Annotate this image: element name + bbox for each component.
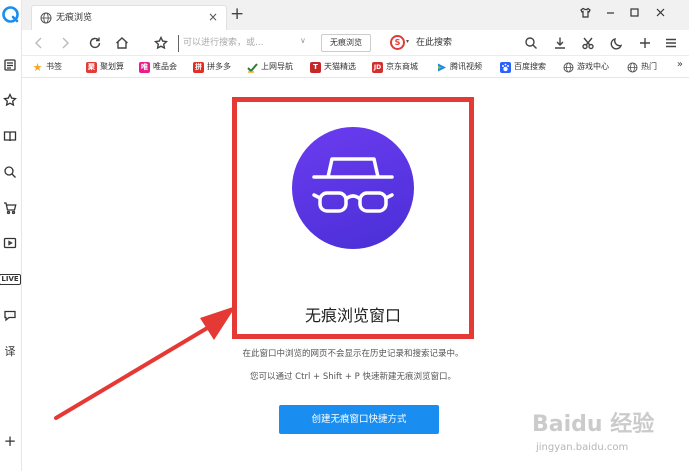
close-window-icon[interactable] [652, 4, 668, 20]
bookmarks-more-chevron-icon[interactable]: » [677, 59, 683, 70]
bookmark-tencent-video[interactable]: 腾讯视频 [436, 60, 482, 74]
scissors-screenshot-icon[interactable] [579, 34, 597, 52]
search-magnifier-icon[interactable] [522, 34, 540, 52]
forward-arrow-icon[interactable] [56, 34, 74, 52]
globe-icon [40, 12, 52, 24]
game-icon [563, 62, 574, 73]
bookmark-folder[interactable]: ★ 书签 [32, 60, 62, 74]
shopping-cart-icon[interactable] [2, 200, 18, 216]
bookmark-vip[interactable]: 唯 唯品会 [139, 60, 177, 74]
search-input[interactable]: 在此搜索 [416, 36, 452, 50]
incognito-browsing-button[interactable]: 无痕浏览 [321, 34, 371, 52]
bookmark-label: 拼多多 [207, 62, 231, 71]
navigation-toolbar: 可以进行搜索，或... ∨ 无痕浏览 S ▾ 在此搜索 [22, 30, 689, 56]
news-icon[interactable] [2, 57, 18, 73]
refresh-icon[interactable] [86, 34, 104, 52]
chat-bubble-icon[interactable] [2, 307, 18, 323]
incognito-shortcut-hint: 您可以通过 Ctrl + Shift + P 快速新建无痕浏览窗口。 [249, 372, 457, 382]
watermark-main: Baidu 经验 [532, 412, 655, 437]
address-dropdown-caret-icon[interactable]: ∨ [300, 36, 306, 45]
tmall-icon: T [310, 61, 321, 73]
vip-icon: 唯 [139, 61, 150, 73]
tencent-video-icon [436, 62, 447, 73]
menu-hamburger-icon[interactable] [662, 34, 680, 52]
incognito-mask-icon [292, 127, 414, 249]
tab-incognito[interactable]: 无痕浏览 × [31, 5, 227, 30]
plus-icon[interactable] [636, 34, 654, 52]
night-mode-moon-icon[interactable] [608, 34, 626, 52]
search-engine-caret-icon[interactable]: ▾ [406, 38, 409, 45]
bookmark-label: 上网导航 [261, 62, 293, 71]
tab-bar: 无痕浏览 × + [22, 0, 689, 30]
download-icon[interactable] [551, 34, 569, 52]
bookmark-nav[interactable]: 上网导航 [247, 60, 293, 74]
incognito-description: 在此窗口中浏览的网页不会显示在历史记录和搜索记录中。 [242, 349, 464, 359]
back-arrow-icon[interactable] [30, 34, 48, 52]
bookmark-label: 游戏中心 [577, 62, 609, 71]
hot-icon [627, 62, 638, 73]
bookmark-label: 京东商城 [386, 62, 418, 71]
jd-icon: JD [372, 61, 383, 73]
translate-icon[interactable]: 译 [2, 343, 18, 359]
tab-close-icon[interactable]: × [208, 11, 218, 23]
bookmark-label: 天猫精选 [324, 62, 356, 71]
address-bar-input[interactable]: 可以进行搜索，或... [178, 35, 316, 52]
nav-icon [247, 62, 258, 73]
left-sidebar: LIVE 译 + [0, 0, 22, 471]
bookmark-star-icon[interactable] [152, 34, 170, 52]
minimize-icon[interactable] [602, 4, 618, 20]
sidebar-add-label: + [3, 431, 17, 450]
bookmark-label: 百度搜索 [514, 62, 546, 71]
search-icon[interactable] [2, 164, 18, 180]
bookmark-baidu[interactable]: 百度搜索 [500, 60, 546, 74]
incognito-window-title: 无痕浏览窗口 [304, 306, 401, 325]
reading-book-icon[interactable] [2, 128, 18, 144]
baidu-icon [500, 61, 511, 73]
translate-label: 译 [4, 345, 16, 358]
bookmark-hot[interactable]: 热门 [627, 60, 657, 74]
browser-logo-icon[interactable] [2, 6, 19, 23]
bookmark-label: 热门 [641, 62, 657, 71]
watermark-sub: jingyan.baidu.com [536, 442, 629, 453]
bookmark-label: 腾讯视频 [450, 62, 482, 71]
bookmark-label: 唯品会 [153, 62, 177, 71]
bookmark-label: 聚划算 [100, 62, 124, 71]
bookmark-label: 书签 [46, 62, 62, 71]
sidebar-add-icon[interactable]: + [2, 433, 18, 449]
bookmark-juhuasuan[interactable]: 聚 聚划算 [86, 60, 124, 74]
pinduoduo-icon: 拼 [193, 61, 204, 73]
juhuasuan-icon: 聚 [86, 61, 97, 73]
new-tab-button[interactable]: + [230, 6, 244, 23]
create-incognito-shortcut-button[interactable]: 创建无痕窗口快捷方式 [279, 405, 439, 434]
maximize-icon[interactable] [626, 4, 642, 20]
tab-title: 无痕浏览 [56, 13, 93, 23]
bookmark-game[interactable]: 游戏中心 [563, 60, 609, 74]
bookmark-jd[interactable]: JD 京东商城 [372, 60, 418, 74]
favorites-star-icon[interactable] [2, 92, 18, 108]
live-label: LIVE [0, 273, 21, 285]
skin-shirt-icon[interactable] [577, 4, 593, 20]
search-engine-logo-icon[interactable]: S [390, 35, 405, 50]
baidu-watermark: Baidu 经验 jingyan.baidu.com [532, 412, 682, 462]
live-icon[interactable]: LIVE [0, 271, 21, 287]
bookmarks-bar: ★ 书签 聚 聚划算 唯 唯品会 拼 拼多多 上网导航 T 天猫精选 JD 京东… [22, 56, 689, 78]
home-icon[interactable] [113, 34, 131, 52]
video-play-icon[interactable] [2, 235, 18, 251]
bookmark-tmall[interactable]: T 天猫精选 [310, 60, 356, 74]
star-icon: ★ [32, 60, 43, 74]
bookmark-pinduoduo[interactable]: 拼 拼多多 [193, 60, 231, 74]
